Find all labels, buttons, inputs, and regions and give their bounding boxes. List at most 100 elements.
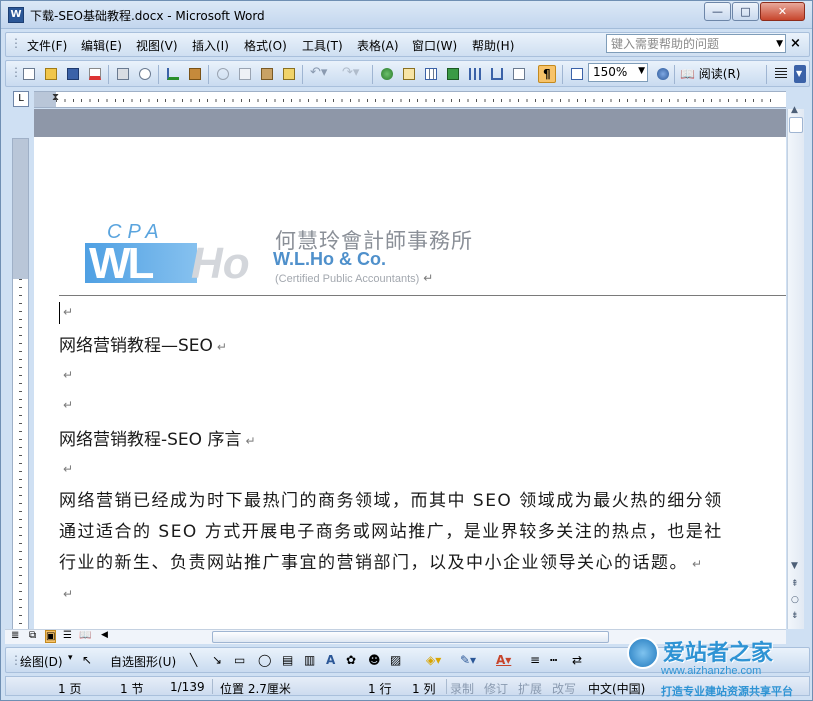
status-record[interactable]: 录制 — [450, 680, 474, 697]
spelling-icon[interactable] — [164, 65, 182, 83]
paragraph-preface-title[interactable]: 网络营销教程-SEO 序言 ↵ — [59, 425, 256, 450]
tab-selector[interactable]: L — [13, 91, 29, 107]
draw-menu-button[interactable]: 绘图(D) — [20, 653, 63, 670]
vertical-scrollbar[interactable]: ▲ ▼ ⇞ ○ ⇟ — [787, 105, 804, 629]
show-hide-marks-icon[interactable]: ¶ — [538, 65, 556, 83]
close-button[interactable]: ✕ — [760, 2, 805, 21]
prev-page-icon[interactable]: ⇞ — [791, 579, 799, 589]
zoom-select[interactable]: 150% ▼ — [588, 63, 648, 82]
menu-table[interactable]: 表格(A) — [357, 37, 399, 54]
help-search-input[interactable]: 键入需要帮助的问题 ▼ — [606, 34, 786, 53]
menu-format[interactable]: 格式(O) — [244, 37, 287, 54]
line-color-icon[interactable]: ✎▾ — [460, 653, 476, 667]
fill-color-icon[interactable]: ◈▾ — [426, 653, 441, 667]
format-painter-icon[interactable] — [280, 65, 298, 83]
paragraph-body-line[interactable]: 行业的新生、负责网站推广事宜的营销部门，以及中小企业领导关心的话题。 ↵ — [59, 548, 704, 573]
doc-close-icon[interactable]: × — [790, 36, 801, 51]
oval-icon[interactable]: ◯ — [258, 653, 271, 667]
normal-view-icon[interactable]: ≣ — [11, 630, 19, 641]
paragraph-body-line[interactable]: 通过适合的 SEO 方式开展电子商务或网站推广，是业界较多关注的热点，也是社 — [59, 517, 723, 542]
horizontal-scroll-thumb[interactable] — [212, 631, 609, 643]
paste-icon[interactable] — [258, 65, 276, 83]
scroll-up-icon[interactable]: ▲ — [791, 105, 798, 115]
menu-file[interactable]: 文件(F) — [27, 37, 67, 54]
arrow-icon[interactable]: ↘ — [212, 653, 222, 667]
print-view-icon[interactable]: ▣ — [45, 630, 57, 643]
word-app-icon[interactable]: W — [8, 7, 24, 23]
menu-insert[interactable]: 插入(I) — [192, 37, 229, 54]
arrow-style-icon[interactable]: ⇄ — [572, 653, 582, 667]
toolbar-separator — [302, 65, 303, 84]
toolbar-options-icon[interactable]: ▼ — [794, 65, 806, 83]
paragraph-empty[interactable]: ↵ — [59, 583, 73, 603]
line-icon[interactable]: ╲ — [190, 653, 197, 667]
reading-view-icon[interactable]: 📖 — [79, 630, 91, 641]
font-color-icon[interactable]: A▾ — [496, 653, 511, 667]
paragraph-empty[interactable]: ↵ — [59, 364, 73, 384]
permission-icon[interactable] — [86, 65, 104, 83]
textbox-icon[interactable]: ▤ — [282, 653, 293, 667]
new-document-icon[interactable] — [20, 65, 38, 83]
zoom-icon[interactable] — [568, 65, 586, 83]
read-mode-button[interactable]: 📖 阅读(R) — [680, 65, 740, 82]
insert-excel-icon[interactable] — [444, 65, 462, 83]
help-dropdown-icon[interactable]: ▼ — [776, 37, 783, 51]
help-icon[interactable] — [654, 65, 672, 83]
diagram-icon[interactable]: ✿ — [346, 653, 356, 667]
vertical-textbox-icon[interactable]: ▥ — [304, 653, 315, 667]
vertical-scroll-thumb[interactable] — [789, 117, 803, 133]
document-area[interactable]: CPA WL Ho 何慧玲會計師事務所 W.L.Ho & Co. (Certif… — [34, 109, 786, 629]
menu-edit[interactable]: 编辑(E) — [81, 37, 122, 54]
redo-icon[interactable]: ↷▾ — [340, 65, 359, 83]
horizontal-ruler[interactable]: ⧗ — [34, 91, 786, 108]
open-folder-icon[interactable] — [42, 65, 60, 83]
paragraph-body-line[interactable]: 网络营销已经成为时下最热门的商务领域，而其中 SEO 领域成为最火热的细分领 — [59, 486, 723, 511]
save-icon[interactable] — [64, 65, 82, 83]
minimize-button[interactable]: — — [704, 2, 731, 21]
paragraph-empty[interactable]: ↵ — [59, 458, 73, 478]
menu-window[interactable]: 窗口(W) — [412, 37, 457, 54]
menu-tools[interactable]: 工具(T) — [302, 37, 343, 54]
tables-borders-icon[interactable] — [400, 65, 418, 83]
menu-view[interactable]: 视图(V) — [136, 37, 178, 54]
menu-help[interactable]: 帮助(H) — [472, 37, 514, 54]
vertical-ruler[interactable] — [12, 138, 29, 630]
page-content[interactable]: CPA WL Ho 何慧玲會計師事務所 W.L.Ho & Co. (Certif… — [59, 109, 786, 629]
status-extend[interactable]: 扩展 — [518, 680, 542, 697]
paragraph-empty[interactable]: ↵ — [59, 394, 73, 414]
maximize-button[interactable]: □ — [732, 2, 759, 21]
insert-table-icon[interactable] — [422, 65, 440, 83]
rectangle-icon[interactable]: ▭ — [234, 653, 245, 667]
drawing-icon[interactable] — [488, 65, 506, 83]
picture-icon[interactable]: ▨ — [390, 653, 401, 667]
zoom-dropdown-icon[interactable]: ▼ — [638, 66, 645, 76]
cut-icon[interactable] — [214, 65, 232, 83]
paragraph-empty[interactable]: ↵ — [59, 301, 73, 321]
hyperlink-icon[interactable] — [378, 65, 396, 83]
columns-icon[interactable] — [466, 65, 484, 83]
undo-icon[interactable]: ↶▾ — [308, 65, 327, 83]
dash-style-icon[interactable]: ┅ — [550, 653, 557, 667]
align-justify-icon[interactable] — [772, 65, 790, 83]
clipart-icon[interactable]: ☻ — [368, 653, 381, 667]
select-objects-icon[interactable]: ↖ — [82, 653, 92, 667]
wordart-icon[interactable]: A — [326, 653, 335, 667]
research-icon[interactable] — [186, 65, 204, 83]
scroll-down-icon[interactable]: ▼ — [791, 561, 798, 571]
paragraph-title[interactable]: 网络营销教程—SEO ↵ — [59, 331, 227, 356]
status-overtype[interactable]: 改写 — [552, 680, 576, 697]
next-page-icon[interactable]: ⇟ — [791, 611, 799, 621]
status-track-changes[interactable]: 修订 — [484, 680, 508, 697]
print-preview-icon[interactable] — [136, 65, 154, 83]
menu-grip-icon[interactable]: ⋮ — [10, 36, 22, 50]
scroll-left-icon[interactable]: ◀ — [101, 630, 108, 640]
draw-menu-dropdown-icon[interactable]: ▾ — [68, 653, 73, 663]
copy-icon[interactable] — [236, 65, 254, 83]
print-icon[interactable] — [114, 65, 132, 83]
web-view-icon[interactable]: ⧉ — [29, 630, 36, 641]
document-map-icon[interactable] — [510, 65, 528, 83]
autoshapes-button[interactable]: 自选图形(U) — [110, 653, 176, 670]
line-style-icon[interactable]: ≡ — [530, 653, 540, 667]
outline-view-icon[interactable]: ☰ — [63, 630, 72, 641]
browse-object-icon[interactable]: ○ — [791, 595, 799, 605]
